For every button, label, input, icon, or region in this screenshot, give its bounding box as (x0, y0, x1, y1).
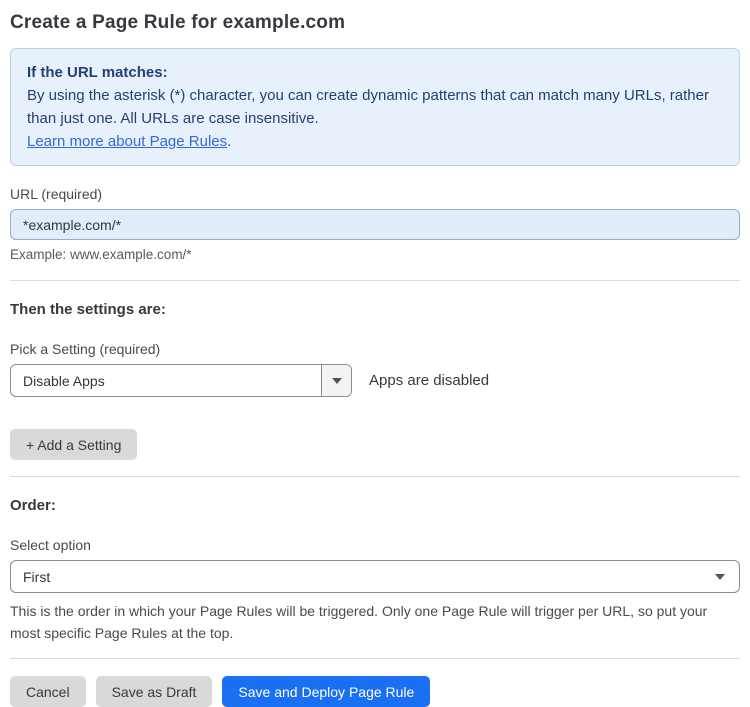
pick-setting-label: Pick a Setting (required) (10, 341, 161, 357)
url-match-info-box: If the URL matches: By using the asteris… (10, 48, 740, 166)
setting-row: Disable Apps Apps are disabled (10, 364, 740, 397)
setting-dropdown-arrow-button[interactable] (321, 365, 351, 396)
save-and-deploy-button[interactable]: Save and Deploy Page Rule (222, 676, 431, 707)
divider (10, 280, 740, 281)
cancel-button[interactable]: Cancel (10, 676, 86, 707)
save-as-draft-button[interactable]: Save as Draft (95, 676, 213, 707)
info-box-link-line: Learn more about Page Rules. (27, 130, 723, 153)
add-setting-button[interactable]: + Add a Setting (10, 429, 138, 460)
divider (10, 658, 740, 659)
setting-dropdown-value: Disable Apps (23, 372, 105, 389)
divider (10, 476, 740, 477)
order-description: This is the order in which your Page Rul… (10, 603, 708, 641)
info-box-body: By using the asterisk (*) character, you… (27, 87, 709, 127)
learn-more-link[interactable]: Learn more about Page Rules (27, 133, 227, 150)
page-title: Create a Page Rule for example.com (10, 12, 346, 33)
url-field-label: URL (required) (10, 186, 103, 202)
settings-section-heading: Then the settings are: (10, 301, 166, 318)
chevron-down-icon (715, 573, 725, 580)
setting-dropdown[interactable]: Disable Apps (10, 364, 352, 397)
actions-row: Cancel Save as Draft Save and Deploy Pag… (10, 676, 740, 707)
url-input[interactable] (10, 209, 740, 240)
order-select[interactable]: First (10, 560, 740, 593)
select-option-label: Select option (10, 537, 91, 553)
order-select-value: First (23, 568, 51, 585)
setting-description: Apps are disabled (369, 372, 490, 389)
order-section-heading: Order: (10, 497, 56, 514)
url-example-text: Example: www.example.com/* (10, 247, 192, 262)
info-box-heading: If the URL matches: (27, 64, 168, 81)
chevron-down-icon (331, 377, 342, 384)
link-suffix: . (227, 133, 232, 150)
